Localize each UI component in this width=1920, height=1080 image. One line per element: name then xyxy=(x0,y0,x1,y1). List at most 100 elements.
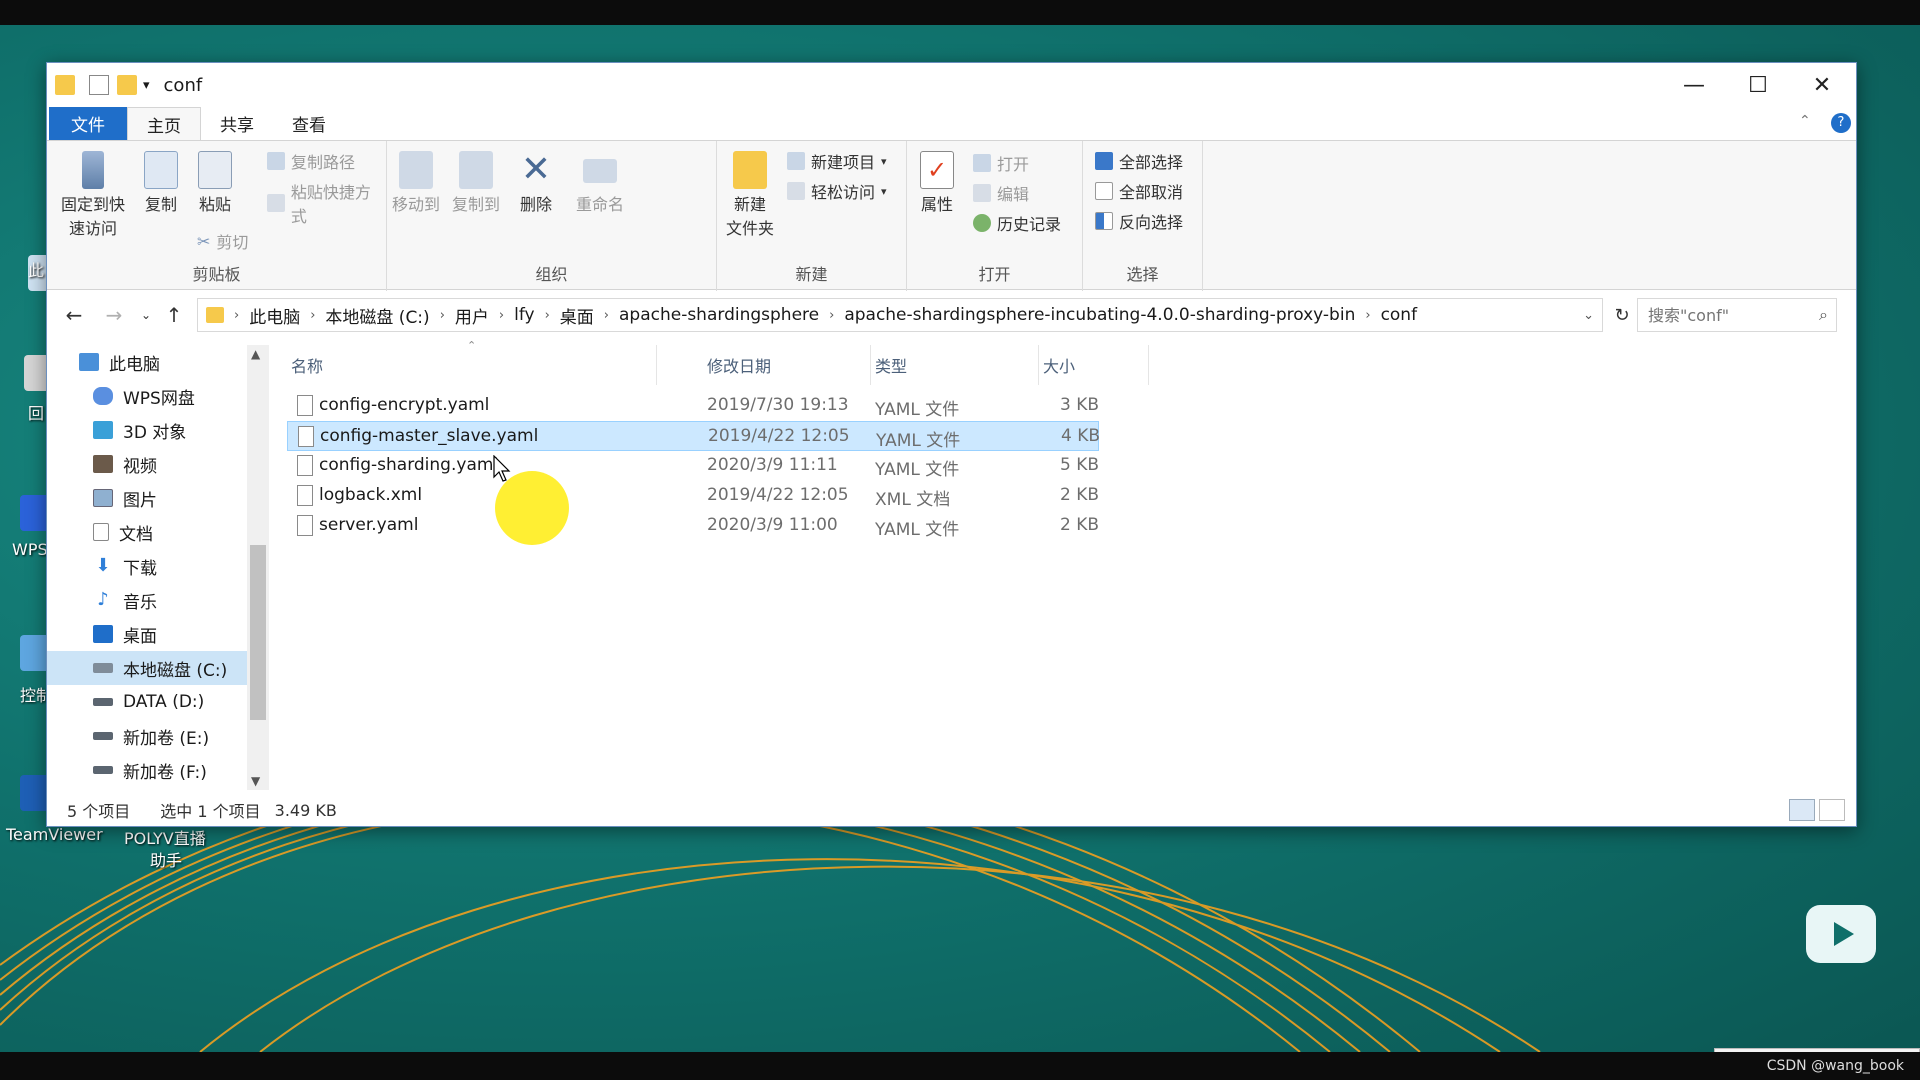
forward-arrow-icon[interactable]: → xyxy=(99,300,129,330)
collapse-ribbon-icon[interactable]: ⌃ xyxy=(1799,113,1811,129)
tab-file[interactable]: 文件 xyxy=(49,107,127,140)
maximize-button[interactable]: ☐ xyxy=(1727,63,1789,107)
history-label: 历史记录 xyxy=(997,215,1062,234)
help-icon[interactable]: ? xyxy=(1831,113,1851,133)
nav-item-drive-c[interactable]: 本地磁盘 (C:) xyxy=(47,651,247,685)
nav-item-documents[interactable]: 文档 xyxy=(47,515,247,549)
chevron-right-icon[interactable]: › xyxy=(436,308,449,323)
delete-button[interactable]: ✕ 删除 xyxy=(511,151,561,217)
tab-share[interactable]: 共享 xyxy=(201,107,273,140)
breadcrumb-item[interactable]: 此电脑 xyxy=(243,303,306,328)
file-row[interactable]: config-sharding.yaml 2020/3/9 11:11 YAML… xyxy=(287,451,1099,481)
paste-button[interactable]: 粘贴 xyxy=(193,151,237,217)
breadcrumb-item[interactable]: lfy xyxy=(508,305,540,325)
invert-selection-button[interactable]: 反向选择 xyxy=(1095,209,1183,233)
nav-item-label: 图片 xyxy=(123,490,157,511)
group-label: 组织 xyxy=(535,265,568,284)
copy-to-button[interactable]: 复制到 xyxy=(447,151,505,217)
breadcrumb-item[interactable]: apache-shardingsphere-incubating-4.0.0-s… xyxy=(838,305,1361,325)
picture-icon xyxy=(93,489,113,507)
column-header-type[interactable]: 类型 xyxy=(871,345,1039,385)
file-row[interactable]: config-master_slave.yaml 2019/4/22 12:05… xyxy=(287,421,1100,451)
close-button[interactable]: ✕ xyxy=(1791,63,1853,107)
address-dropdown-icon[interactable]: ⌄ xyxy=(1583,308,1594,323)
up-arrow-icon[interactable]: ↑ xyxy=(159,300,189,330)
column-header-name[interactable]: 名称 xyxy=(287,345,657,385)
search-box[interactable]: ⌕ xyxy=(1637,298,1837,332)
chevron-right-icon[interactable]: › xyxy=(306,308,319,323)
new-folder-button[interactable]: 新建 文件夹 xyxy=(725,151,775,241)
nav-scrollbar[interactable]: ▲ ▼ xyxy=(247,345,269,790)
file-row[interactable]: config-encrypt.yaml 2019/7/30 19:13 YAML… xyxy=(287,391,1099,421)
breadcrumb-item[interactable]: conf xyxy=(1375,305,1424,325)
open-label: 打开 xyxy=(997,155,1030,174)
breadcrumb-item[interactable]: 桌面 xyxy=(554,303,600,328)
properties-button[interactable]: ✓ 属性 xyxy=(915,151,959,217)
paste-shortcut-button[interactable]: 粘贴快捷方式 xyxy=(267,179,386,227)
item-count: 5 个项目 xyxy=(67,802,131,821)
bilibili-play-icon[interactable] xyxy=(1806,905,1876,963)
column-header-date[interactable]: 修改日期 xyxy=(703,345,871,385)
file-row[interactable]: logback.xml 2019/4/22 12:05 XML 文档 2 KB xyxy=(287,481,1099,511)
cut-button[interactable]: ✂ 剪切 xyxy=(197,229,248,253)
back-arrow-icon[interactable]: ← xyxy=(59,300,89,330)
file-name: config-master_slave.yaml xyxy=(320,426,539,446)
search-input[interactable] xyxy=(1648,305,1798,325)
chevron-right-icon[interactable]: › xyxy=(230,308,243,323)
file-icon xyxy=(297,485,313,506)
nav-item-drive-f[interactable]: 新加卷 (F:) xyxy=(47,753,247,787)
nav-item-drive-d[interactable]: DATA (D:) xyxy=(47,685,247,719)
scroll-up-icon[interactable]: ▲ xyxy=(251,347,260,361)
chevron-right-icon[interactable]: › xyxy=(541,308,554,323)
nav-item-wps-cloud[interactable]: WPS网盘 xyxy=(47,379,247,413)
chevron-right-icon[interactable]: › xyxy=(600,308,613,323)
quick-access-dropdown-icon[interactable]: ▾ xyxy=(143,78,150,93)
chevron-right-icon[interactable]: › xyxy=(1361,308,1374,323)
nav-item-downloads[interactable]: ⬇ 下载 xyxy=(47,549,247,583)
easy-access-button[interactable]: 轻松访问 ▾ xyxy=(787,179,887,203)
move-to-button[interactable]: 移动到 xyxy=(387,151,445,217)
pin-quick-access-button[interactable]: 固定到快 速访问 xyxy=(57,151,129,241)
chevron-right-icon[interactable]: › xyxy=(825,308,838,323)
open-button[interactable]: 打开 xyxy=(973,151,1029,175)
tab-home[interactable]: 主页 xyxy=(127,107,201,140)
nav-item-pictures[interactable]: 图片 xyxy=(47,481,247,515)
properties-quick-icon[interactable] xyxy=(89,75,109,95)
breadcrumb-item[interactable]: 本地磁盘 (C:) xyxy=(319,303,435,328)
chevron-right-icon[interactable]: › xyxy=(495,308,508,323)
recent-locations-icon[interactable]: ⌄ xyxy=(131,300,161,330)
copy-path-button[interactable]: 复制路径 xyxy=(267,149,355,173)
nav-item-drive-e[interactable]: 新加卷 (E:) xyxy=(47,719,247,753)
search-icon[interactable]: ⌕ xyxy=(1819,305,1828,325)
title-bar[interactable]: ▾ conf — ☐ ✕ xyxy=(47,63,1856,107)
nav-item-music[interactable]: ♪ 音乐 xyxy=(47,583,247,617)
column-header-size[interactable]: 大小 xyxy=(1039,345,1149,385)
large-icons-view-icon[interactable] xyxy=(1819,799,1845,821)
new-folder-quick-icon[interactable] xyxy=(117,75,137,95)
breadcrumb-item[interactable]: apache-shardingsphere xyxy=(613,305,825,325)
scroll-down-icon[interactable]: ▼ xyxy=(251,774,260,788)
edit-button[interactable]: 编辑 xyxy=(973,181,1029,205)
scroll-thumb[interactable] xyxy=(250,545,266,720)
select-all-button[interactable]: 全部选择 xyxy=(1095,149,1183,173)
select-none-button[interactable]: 全部取消 xyxy=(1095,179,1183,203)
details-view-icon[interactable] xyxy=(1789,799,1815,821)
tab-view[interactable]: 查看 xyxy=(273,107,345,140)
breadcrumb-item[interactable]: 用户 xyxy=(449,303,495,328)
history-button[interactable]: 历史记录 xyxy=(973,211,1061,235)
nav-item-desktop[interactable]: 桌面 xyxy=(47,617,247,651)
minimize-button[interactable]: — xyxy=(1663,63,1725,107)
refresh-icon[interactable]: ↻ xyxy=(1607,300,1637,330)
copy-to-icon xyxy=(459,151,493,189)
rename-label: 重命名 xyxy=(575,195,624,214)
address-bar[interactable]: › 此电脑 › 本地磁盘 (C:) › 用户 › lfy › 桌面 › apac… xyxy=(197,298,1603,332)
desktop-label: 回 xyxy=(28,404,45,423)
nav-item-this-pc[interactable]: 此电脑 xyxy=(47,345,247,379)
rename-button[interactable]: 重命名 xyxy=(573,151,627,217)
file-row[interactable]: server.yaml 2020/3/9 11:00 YAML 文件 2 KB xyxy=(287,511,1099,541)
nav-item-3d-objects[interactable]: 3D 对象 xyxy=(47,413,247,447)
new-item-button[interactable]: 新建项目 ▾ xyxy=(787,149,887,173)
nav-item-videos[interactable]: 视频 xyxy=(47,447,247,481)
new-folder-label: 文件夹 xyxy=(725,219,774,238)
copy-button[interactable]: 复制 xyxy=(139,151,183,217)
